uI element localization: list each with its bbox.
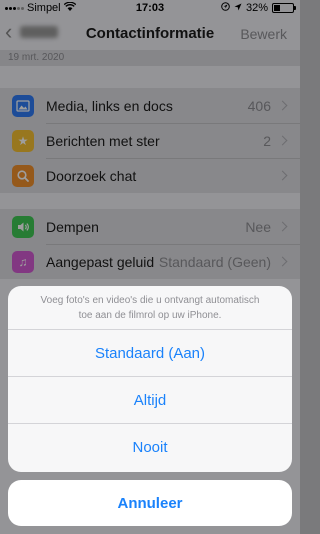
option-default-on-button[interactable]: Standaard (Aan): [8, 329, 292, 376]
option-always-button[interactable]: Altijd: [8, 376, 292, 423]
action-sheet: Voeg foto's en video's die u ontvangt au…: [8, 286, 292, 472]
action-sheet-message: Voeg foto's en video's die u ontvangt au…: [40, 294, 260, 321]
cancel-button[interactable]: Annuleer: [8, 480, 292, 526]
option-never-button[interactable]: Nooit: [8, 423, 292, 470]
contact-info-screen: Simpel 17:03 32% ‹ Contactinformatie Bew…: [0, 0, 300, 534]
